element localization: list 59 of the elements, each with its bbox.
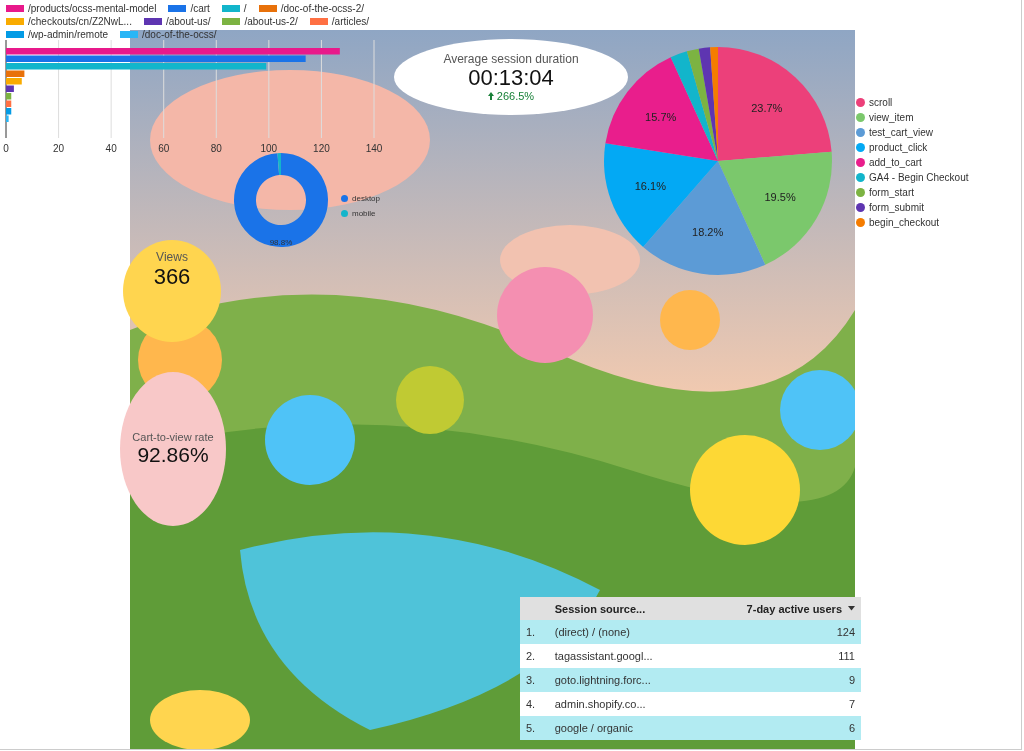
- slice-label: 16.1%: [634, 179, 666, 192]
- scorecard-value: 00:13:04: [468, 65, 554, 91]
- scorecard-value: 92.86%: [137, 443, 209, 467]
- legend-label: mobile: [352, 208, 376, 218]
- table-cell: 111: [697, 644, 861, 668]
- legend-label: /doc-of-the-ocss/: [142, 28, 217, 40]
- slice-label: 98.8%: [269, 238, 293, 247]
- legend-label: /: [243, 2, 247, 14]
- row-number: 5.: [520, 716, 549, 740]
- table-cell: 7: [697, 692, 861, 716]
- legend-label: /cart: [190, 2, 210, 14]
- table-cell: 124: [697, 620, 861, 644]
- legend-label: /wp-admin/remote: [28, 28, 109, 40]
- slice-label: 18.2%: [692, 226, 724, 239]
- legend-label: form_submit: [869, 201, 924, 213]
- legend-label: /products/ocss-mental-model: [28, 2, 157, 14]
- legend-label: test_cart_view: [869, 126, 933, 138]
- legend-label: product_click: [869, 141, 928, 153]
- table-cell: tagassistant.googl...: [548, 644, 698, 668]
- axis-tick-label: 40: [105, 143, 117, 154]
- slice-label: 15.7%: [645, 111, 677, 124]
- scorecard-label: Views: [156, 250, 188, 264]
- scorecard-value: 366: [153, 264, 191, 290]
- table-cell: google / organic: [548, 716, 698, 740]
- axis-tick-label: 20: [53, 143, 65, 154]
- table-cell: admin.shopify.co...: [548, 692, 698, 716]
- arrow-up-icon: [487, 92, 494, 101]
- row-number: 2.: [520, 644, 549, 668]
- axis-tick-label: 120: [313, 143, 330, 154]
- change-value: 266.5%: [496, 90, 535, 103]
- table-cell: goto.lightning.forc...: [548, 668, 698, 692]
- row-number: 3.: [520, 668, 549, 692]
- legend-label: /checkouts/cn/Z2NwL...: [28, 15, 132, 27]
- table-cell: 9: [697, 668, 861, 692]
- axis-tick-label: 0: [3, 143, 9, 154]
- legend-label: /about-us/: [165, 15, 211, 27]
- scorecard-label: Average session duration: [443, 51, 579, 66]
- axis-tick-label: 100: [260, 143, 278, 154]
- legend-label: desktop: [352, 193, 381, 203]
- scorecard-label: Cart-to-view rate: [132, 431, 214, 443]
- axis-tick-label: 80: [210, 143, 222, 154]
- legend-label: /articles/: [331, 15, 370, 27]
- table-cell: 6: [697, 716, 861, 740]
- row-number: 1.: [520, 620, 549, 644]
- slice-label: 19.5%: [764, 191, 796, 204]
- legend-label: begin_checkout: [869, 216, 940, 228]
- legend-label: view_item: [869, 111, 914, 123]
- slice-label: 23.7%: [751, 102, 783, 115]
- legend-label: /doc-of-the-ocss-2/: [280, 2, 364, 14]
- legend-label: GA4 - Begin Checkout: [869, 171, 969, 183]
- axis-tick-label: 60: [158, 143, 170, 154]
- legend-label: scroll: [869, 96, 893, 108]
- row-number: 4.: [520, 692, 549, 716]
- sort-down-icon[interactable]: [848, 606, 855, 611]
- legend-label: add_to_cart: [869, 156, 922, 168]
- legend-label: form_start: [869, 186, 914, 198]
- table-cell: (direct) / (none): [548, 620, 698, 644]
- legend-label: /about-us-2/: [244, 15, 298, 27]
- axis-tick-label: 140: [365, 143, 383, 154]
